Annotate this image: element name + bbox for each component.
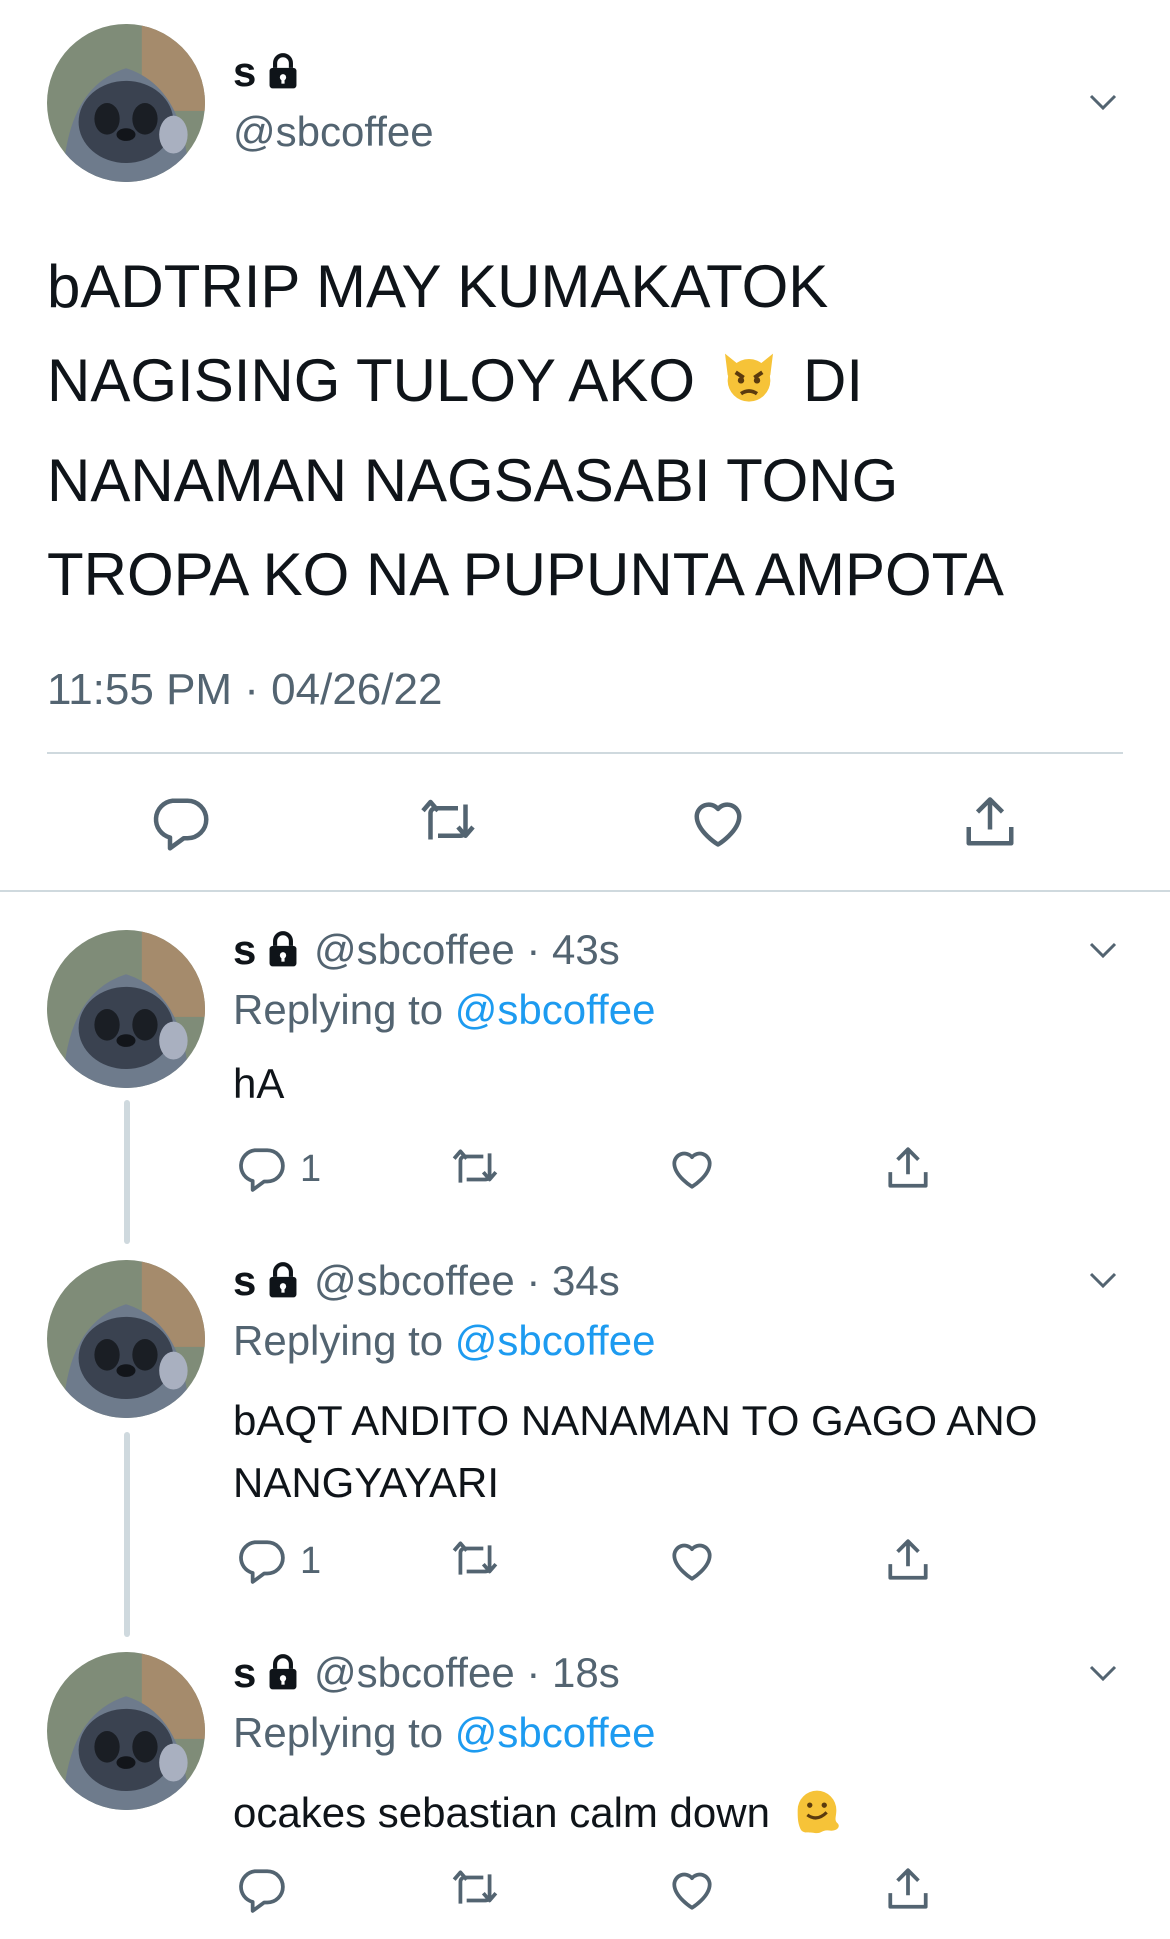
pouting-cat-emoji-icon	[717, 340, 781, 434]
replying-to: Replying to @sbcoffee	[233, 1709, 656, 1756]
retweet-icon	[450, 1864, 500, 1914]
reply-count: 1	[300, 1148, 322, 1190]
reply-icon	[236, 1143, 286, 1193]
reply-header: s @sbcoffee · 34s	[233, 1257, 620, 1309]
share-button[interactable]	[883, 1143, 933, 1198]
like-button[interactable]	[667, 1535, 717, 1590]
retweet-button[interactable]	[418, 792, 478, 857]
handle[interactable]: @sbcoffee	[314, 1257, 515, 1304]
tweet-text: bADTRIP MAY KUMAKATOK NAGISING TULOY AKO…	[47, 253, 1004, 608]
retweet-button[interactable]	[450, 1535, 500, 1590]
heart-icon	[688, 792, 748, 852]
reply-time: · 18s	[526, 1649, 620, 1696]
handle[interactable]: @sbcoffee	[314, 926, 515, 973]
reply-count: 1	[300, 1540, 322, 1582]
reply-header: s @sbcoffee · 18s	[233, 1649, 620, 1701]
replying-to: Replying to @sbcoffee	[233, 986, 656, 1033]
heart-icon	[667, 1535, 717, 1585]
share-icon	[883, 1535, 933, 1585]
reply-text: ocakes sebastian calm down	[233, 1781, 846, 1849]
reply-button[interactable]	[236, 1143, 286, 1198]
reply-time: · 43s	[526, 926, 620, 973]
reply-time: · 34s	[526, 1257, 620, 1304]
reply-icon	[236, 1864, 286, 1914]
reply-button[interactable]	[236, 1535, 286, 1590]
lock-icon	[264, 52, 302, 100]
share-icon	[883, 1143, 933, 1193]
reply-icon	[150, 792, 210, 852]
share-button[interactable]	[883, 1864, 933, 1919]
mention-link[interactable]: @sbcoffee	[455, 1317, 656, 1364]
avatar[interactable]	[47, 930, 205, 1088]
heart-icon	[667, 1143, 717, 1193]
reply-text: hA	[233, 1060, 285, 1107]
lock-icon	[264, 1261, 302, 1309]
replying-to: Replying to @sbcoffee	[233, 1317, 656, 1364]
display-name[interactable]: s	[233, 48, 302, 100]
share-button[interactable]	[883, 1535, 933, 1590]
retweet-button[interactable]	[450, 1143, 500, 1198]
reply-button[interactable]	[236, 1864, 286, 1919]
handle[interactable]: @sbcoffee	[314, 1649, 515, 1696]
retweet-icon	[450, 1535, 500, 1585]
lock-icon	[264, 1653, 302, 1701]
heart-icon	[667, 1864, 717, 1914]
mention-link[interactable]: @sbcoffee	[455, 986, 656, 1033]
chevron-down-icon[interactable]	[1085, 1655, 1121, 1691]
melting-face-emoji-icon	[788, 1781, 846, 1849]
like-button[interactable]	[688, 792, 748, 857]
avatar[interactable]	[47, 24, 205, 182]
avatar[interactable]	[47, 1652, 205, 1810]
chevron-down-icon[interactable]	[1085, 84, 1121, 120]
avatar[interactable]	[47, 1260, 205, 1418]
like-button[interactable]	[667, 1143, 717, 1198]
chevron-down-icon[interactable]	[1085, 1262, 1121, 1298]
share-icon	[960, 792, 1020, 852]
thread-line	[124, 1432, 130, 1637]
retweet-icon	[418, 792, 478, 852]
divider	[47, 752, 1123, 754]
retweet-icon	[450, 1143, 500, 1193]
lock-icon	[264, 930, 302, 978]
like-button[interactable]	[667, 1864, 717, 1919]
divider	[0, 890, 1170, 892]
timestamp[interactable]: 11:55 PM · 04/26/22	[47, 665, 442, 715]
reply-header: s @sbcoffee · 43s	[233, 926, 620, 978]
chevron-down-icon[interactable]	[1085, 932, 1121, 968]
share-button[interactable]	[960, 792, 1020, 857]
mention-link[interactable]: @sbcoffee	[455, 1709, 656, 1756]
thread-line	[124, 1100, 130, 1244]
retweet-button[interactable]	[450, 1864, 500, 1919]
reply-button[interactable]	[150, 792, 210, 857]
handle[interactable]: @sbcoffee	[233, 108, 434, 156]
share-icon	[883, 1864, 933, 1914]
reply-icon	[236, 1535, 286, 1585]
reply-text: bAQT ANDITO NANAMAN TO GAGO ANO NANGYAYA…	[233, 1397, 1038, 1506]
